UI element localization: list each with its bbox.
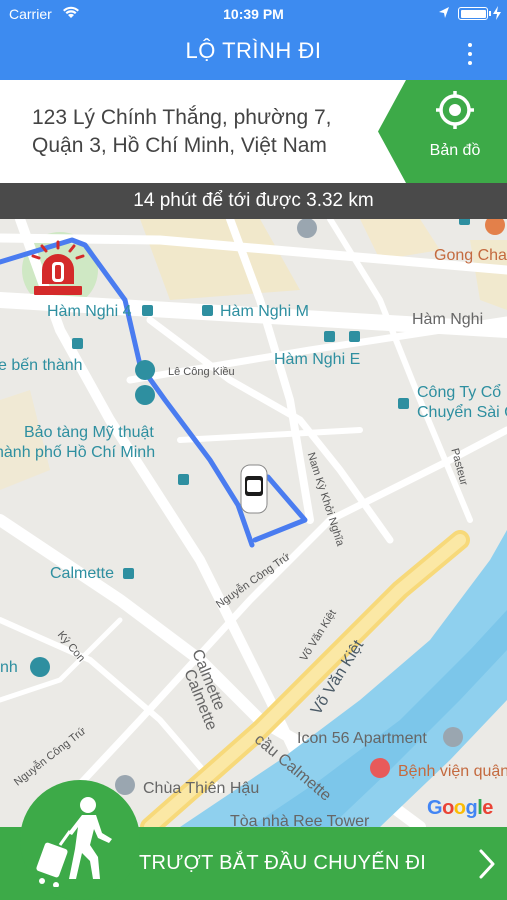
chevron-right-icon [479,849,495,879]
more-dot-icon [468,43,472,47]
siren-icon [31,240,85,295]
page-title: LỘ TRÌNH ĐI [185,38,322,63]
status-bar: Carrier 10:39 PM [0,0,507,28]
google-letter: o [442,797,454,819]
battery-icon [458,7,491,20]
google-letter: e [482,797,493,819]
map-label-bao-tang: Bảo tàng Mỹ thuật [24,424,154,441]
map-label-le-cong-kieu: Lê Công Kiều [168,366,235,378]
nav-bar: LỘ TRÌNH ĐI [0,28,507,80]
google-logo: Google [427,797,493,820]
map-label-cong-ty: Công Ty Cổ [417,384,502,401]
map-label-benh-vien: Bệnh viện quận [398,763,507,780]
map-label-bao-tang-line2: hành phố Hồ Chí Minh [0,444,156,461]
map-label-gong-cha: Gong Cha [434,247,507,264]
google-letter: g [465,797,478,819]
map-label-ham-nghi-4: Hàm Nghi 4 [47,303,132,320]
map-label-chuyen-sai: Chuyển Sài C [417,404,507,421]
more-dot-icon [468,61,472,65]
slider-handle[interactable] [20,780,140,900]
map-button-label: Bản đồ [429,142,481,159]
location-arrow-icon [439,7,449,18]
map-label-calmette: Calmette [50,565,115,582]
map-label-icon56: Icon 56 Apartment [297,730,427,747]
map-view[interactable]: Hàm Nghi 4 Hàm Nghi M Hàm Nghi Hàm Nghi … [0,219,507,827]
google-letter: o [453,797,466,819]
map-label-ree: Tòa nhà Ree Tower [230,813,370,827]
crosshair-icon [436,91,474,129]
destination-address: 123 Lý Chính Thắng, phường 7, Quận 3, Hồ… [32,104,362,160]
map-button[interactable]: Bản đồ [378,80,507,183]
google-letter: G [427,797,443,819]
map-label-ham-nghi-e: Hàm Nghi E [274,351,361,368]
map-label-ham-nghi: Hàm Nghi [412,311,484,328]
clock: 10:39 PM [223,6,284,22]
more-dot-icon [468,52,472,56]
address-line-2: Quận 3, Hồ Chí Minh, Việt Nam [32,134,327,157]
charging-bolt-icon [493,6,501,20]
start-trip-label: TRƯỢT BẮT ĐẦU CHUYẾN ĐI [139,852,427,874]
more-options-button[interactable] [458,40,482,68]
eta-bar: 14 phút để tới được 3.32 km [0,183,507,219]
map-label-ham-nghi-m: Hàm Nghi M [220,303,309,320]
map-label-ben-thanh: e bến thành [0,357,83,374]
map-label-chua: Chùa Thiên Hậu [143,780,260,797]
address-line-1: 123 Lý Chính Thắng, phường 7, [32,106,332,129]
map-label-nh: nh [0,659,18,676]
car-icon [240,464,268,514]
walking-traveler-icon [36,797,112,887]
